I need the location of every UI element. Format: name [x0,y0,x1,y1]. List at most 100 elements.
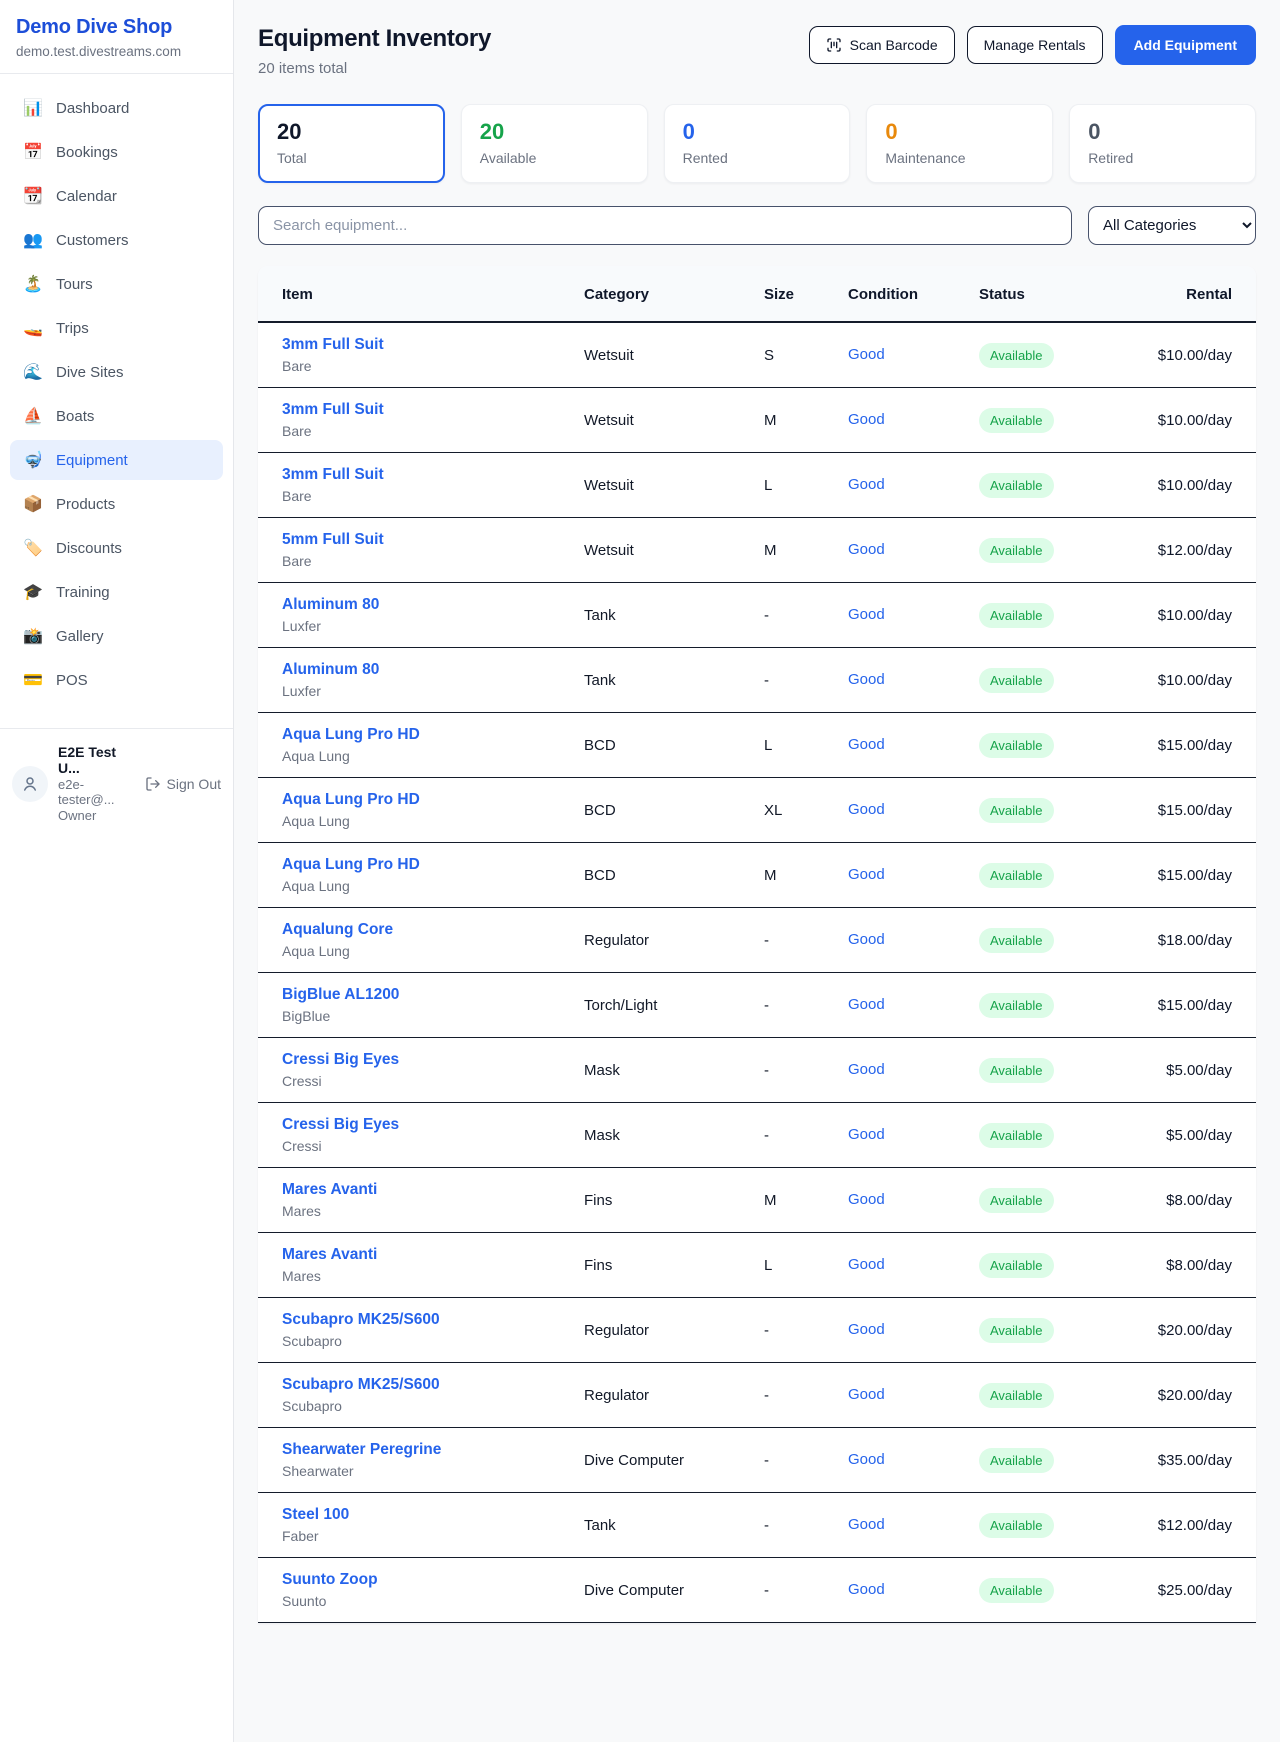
condition-link[interactable]: Good [848,1451,885,1468]
condition-link[interactable]: Good [848,1061,885,1078]
stat-value: 0 [683,119,832,145]
item-name-link[interactable]: Aqua Lung Pro HD [282,726,536,744]
item-name-link[interactable]: Mares Avanti [282,1181,536,1199]
stat-card-total[interactable]: 20 Total [258,104,445,183]
condition-link[interactable]: Good [848,801,885,818]
item-name-link[interactable]: Aqua Lung Pro HD [282,856,536,874]
condition-link[interactable]: Good [848,411,885,428]
item-name-link[interactable]: BigBlue AL1200 [282,986,536,1004]
sidebar-item-boats[interactable]: ⛵ Boats [10,396,223,436]
status-badge: Available [979,863,1054,888]
add-equipment-label: Add Equipment [1134,37,1237,53]
item-name-link[interactable]: Scubapro MK25/S600 [282,1376,536,1394]
stat-card-retired[interactable]: 0 Retired [1069,104,1256,183]
sidebar-item-dashboard[interactable]: 📊 Dashboard [10,88,223,128]
table-row: Scubapro MK25/S600 Scubapro Regulator - … [258,1298,1256,1363]
item-name-link[interactable]: Cressi Big Eyes [282,1051,536,1069]
condition-link[interactable]: Good [848,346,885,363]
item-size: XL [740,778,824,843]
sidebar-item-tours[interactable]: 🏝️ Tours [10,264,223,304]
item-size: - [740,1038,824,1103]
scan-barcode-button[interactable]: Scan Barcode [809,26,955,64]
stat-value: 20 [277,119,426,145]
sidebar-item-discounts[interactable]: 🏷️ Discounts [10,528,223,568]
sidebar-item-gallery[interactable]: 📸 Gallery [10,616,223,656]
condition-link[interactable]: Good [848,996,885,1013]
condition-link[interactable]: Good [848,736,885,753]
search-input[interactable] [258,206,1072,245]
sidebar-item-training[interactable]: 🎓 Training [10,572,223,612]
sidebar-item-label: Bookings [56,144,118,161]
item-name-link[interactable]: Steel 100 [282,1506,536,1524]
sidebar: Demo Dive Shop demo.test.divestreams.com… [0,0,234,1742]
sidebar-item-calendar[interactable]: 📆 Calendar [10,176,223,216]
condition-link[interactable]: Good [848,1256,885,1273]
condition-link[interactable]: Good [848,671,885,688]
item-category: Dive Computer [560,1428,740,1493]
status-badge: Available [979,668,1054,693]
condition-link[interactable]: Good [848,931,885,948]
sidebar-item-icon: 🌊 [23,362,43,382]
main-content: Equipment Inventory 20 items total Scan … [234,0,1280,1742]
sidebar-item-bookings[interactable]: 📅 Bookings [10,132,223,172]
brand-domain: demo.test.divestreams.com [16,44,217,59]
table-row: Shearwater Peregrine Shearwater Dive Com… [258,1428,1256,1493]
sidebar-item-pos[interactable]: 💳 POS [10,660,223,700]
sidebar-item-equipment[interactable]: 🤿 Equipment [10,440,223,480]
item-name-link[interactable]: Aqualung Core [282,921,536,939]
filters-row: All Categories [258,206,1256,245]
item-name-link[interactable]: Cressi Big Eyes [282,1116,536,1134]
item-name-link[interactable]: Aluminum 80 [282,661,536,679]
condition-link[interactable]: Good [848,1581,885,1598]
condition-link[interactable]: Good [848,1191,885,1208]
condition-link[interactable]: Good [848,606,885,623]
item-brand: Cressi [282,1138,536,1154]
item-category: Torch/Light [560,973,740,1038]
sidebar-item-icon: 🎓 [23,582,43,602]
item-name-link[interactable]: Aqua Lung Pro HD [282,791,536,809]
sidebar-item-products[interactable]: 📦 Products [10,484,223,524]
scan-barcode-label: Scan Barcode [850,37,938,53]
condition-link[interactable]: Good [848,541,885,558]
condition-link[interactable]: Good [848,1516,885,1533]
item-name-link[interactable]: Suunto Zoop [282,1571,536,1589]
rental-price: $5.00/day [1085,1038,1256,1103]
add-equipment-button[interactable]: Add Equipment [1115,25,1256,65]
col-header-item: Item [258,266,560,322]
item-brand: Aqua Lung [282,748,536,764]
sidebar-item-label: Tours [56,276,93,293]
manage-rentals-button[interactable]: Manage Rentals [967,26,1103,64]
item-category: Wetsuit [560,388,740,453]
condition-link[interactable]: Good [848,476,885,493]
item-name-link[interactable]: Shearwater Peregrine [282,1441,536,1459]
header-actions: Scan Barcode Manage Rentals Add Equipmen… [809,25,1256,65]
item-name-link[interactable]: Scubapro MK25/S600 [282,1311,536,1329]
rental-price: $10.00/day [1085,322,1256,388]
item-category: BCD [560,843,740,908]
condition-link[interactable]: Good [848,866,885,883]
item-name-link[interactable]: Mares Avanti [282,1246,536,1264]
condition-link[interactable]: Good [848,1321,885,1338]
sidebar-item-trips[interactable]: 🚤 Trips [10,308,223,348]
category-select[interactable]: All Categories [1088,206,1256,245]
item-size: - [740,973,824,1038]
item-name-link[interactable]: 3mm Full Suit [282,336,536,354]
stat-value: 0 [885,119,1034,145]
sidebar-item-dive-sites[interactable]: 🌊 Dive Sites [10,352,223,392]
stats-row: 20 Total 20 Available 0 Rented 0 Mainten… [258,104,1256,183]
sidebar-item-icon: 📦 [23,494,43,514]
item-name-link[interactable]: 5mm Full Suit [282,531,536,549]
stat-card-rented[interactable]: 0 Rented [664,104,851,183]
item-name-link[interactable]: 3mm Full Suit [282,401,536,419]
item-name-link[interactable]: 3mm Full Suit [282,466,536,484]
sidebar-item-customers[interactable]: 👥 Customers [10,220,223,260]
table-row: Mares Avanti Mares Fins L Good Available… [258,1233,1256,1298]
condition-link[interactable]: Good [848,1386,885,1403]
stat-card-available[interactable]: 20 Available [461,104,648,183]
item-name-link[interactable]: Aluminum 80 [282,596,536,614]
item-size: - [740,1493,824,1558]
condition-link[interactable]: Good [848,1126,885,1143]
item-category: Mask [560,1103,740,1168]
stat-card-maintenance[interactable]: 0 Maintenance [866,104,1053,183]
sign-out-button[interactable]: Sign Out [145,776,221,792]
